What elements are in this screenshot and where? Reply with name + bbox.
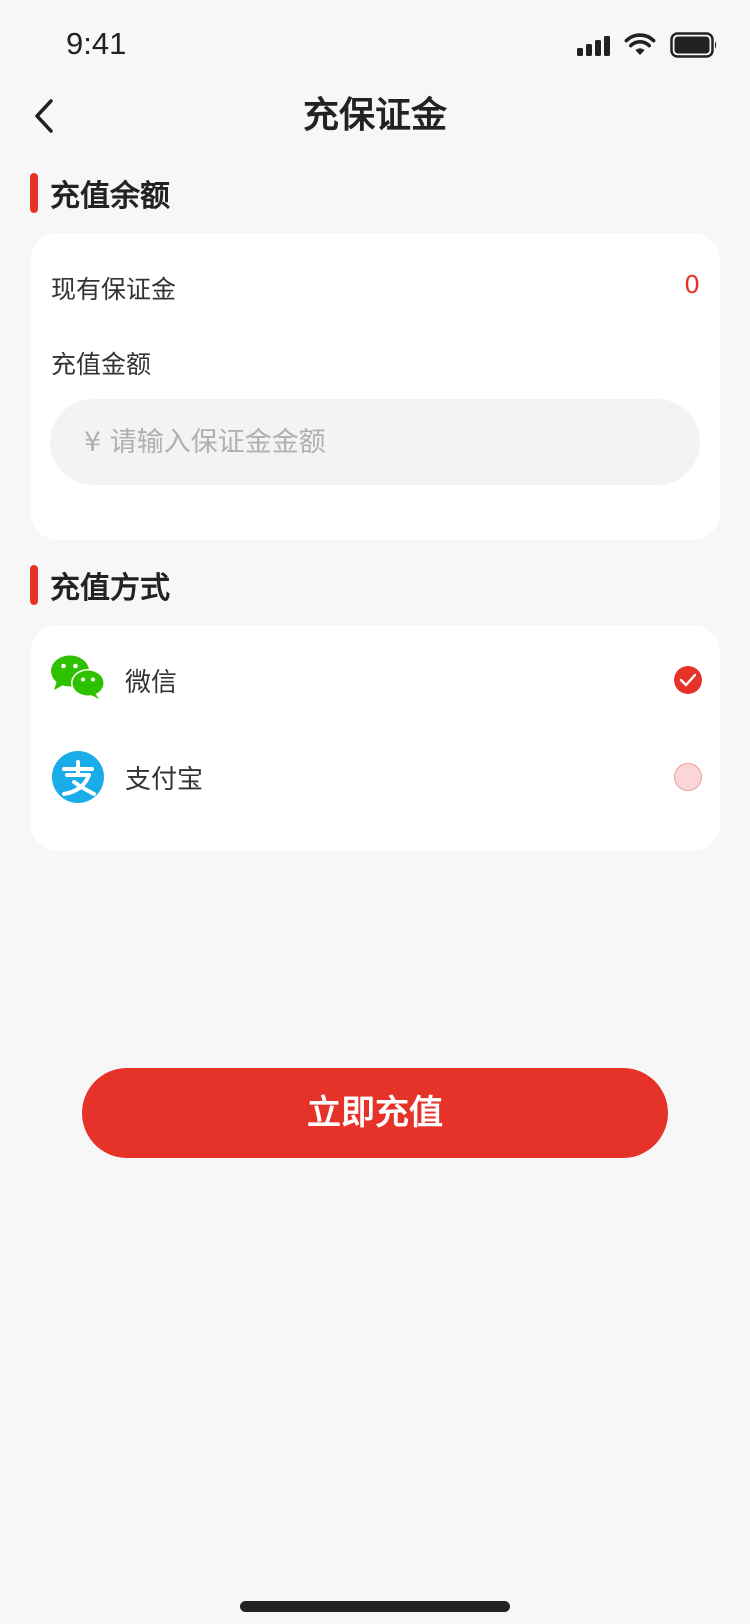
home-indicator (240, 1601, 510, 1612)
battery-icon (670, 32, 717, 58)
balance-section-header: 充值余额 (30, 173, 170, 214)
status-time: 9:41 (66, 26, 127, 61)
cellular-signal-icon (577, 34, 610, 56)
status-icons (577, 30, 718, 60)
amount-input[interactable] (84, 412, 664, 472)
wechat-icon (51, 655, 105, 699)
amount-input-container[interactable] (50, 399, 700, 485)
current-deposit-label: 现有保证金 (51, 275, 177, 304)
payment-option-alipay[interactable]: 支付宝 (30, 737, 720, 817)
wechat-radio-checked[interactable] (674, 666, 702, 694)
payment-option-wechat[interactable]: 微信 (30, 640, 720, 720)
balance-section-title: 充值余额 (50, 179, 170, 214)
payment-section-header: 充值方式 (30, 565, 170, 606)
alipay-radio-unchecked[interactable] (674, 763, 702, 791)
wechat-label: 微信 (125, 667, 178, 698)
wifi-icon (624, 33, 656, 55)
alipay-label: 支付宝 (125, 764, 204, 795)
payment-section-title: 充值方式 (50, 571, 170, 606)
amount-label: 充值金额 (51, 350, 152, 379)
section-accent-bar (30, 565, 38, 605)
status-bar: 9:41 (0, 0, 750, 90)
recharge-now-button[interactable]: 立即充值 (82, 1068, 668, 1158)
current-deposit-value: 0 (684, 270, 700, 299)
balance-card: 现有保证金 0 充值金额 (30, 233, 720, 540)
alipay-icon (52, 751, 104, 803)
section-accent-bar (30, 173, 38, 213)
check-icon (679, 673, 697, 687)
payment-card: 微信 支付宝 (30, 625, 720, 851)
page-title: 充保证金 (302, 95, 447, 136)
nav-bar: 充保证金 (0, 86, 750, 146)
